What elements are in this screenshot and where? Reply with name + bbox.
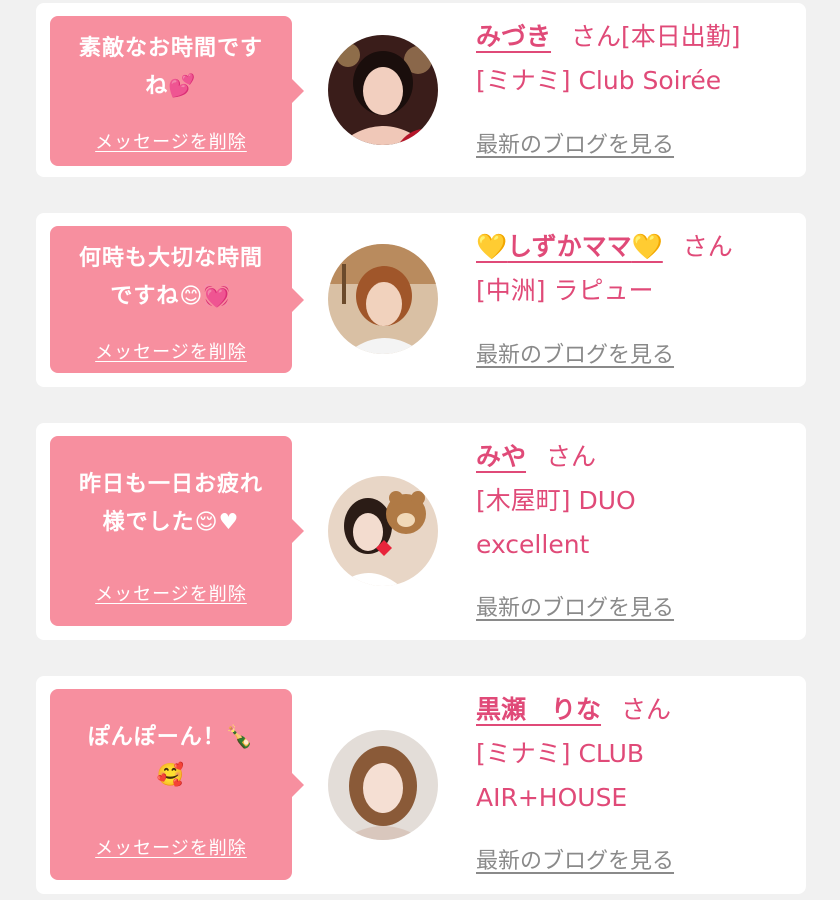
profile-info: みや さん [木屋町] DUO excellent [476, 435, 796, 567]
yellow-heart-icon: 💛 [631, 232, 663, 261]
message-line: 昨日も一日お疲れ [78, 472, 263, 497]
latest-blog-link[interactable]: 最新のブログを見る [476, 337, 674, 369]
message-line: 素敵なお時間です [78, 36, 263, 61]
message-bubble: 昨日も一日お疲れ 様でした😌♥ メッセージを削除 [50, 436, 304, 626]
message-text: 昨日も一日お疲れ 様でした😌♥ [50, 436, 292, 542]
shop-name: [木屋町] DUO [476, 486, 636, 515]
message-list: 素敵なお時間です ね💕 メッセージを削除 みづき さん[本日出勤] [ミナミ] C… [0, 0, 840, 900]
latest-blog-link[interactable]: 最新のブログを見る [476, 590, 674, 622]
honorific: さん [621, 695, 672, 724]
latest-blog-link[interactable]: 最新のブログを見る [476, 843, 674, 875]
avatar[interactable] [328, 35, 438, 145]
cast-name-text: しずかママ [507, 232, 632, 261]
message-card: 素敵なお時間です ね💕 メッセージを削除 みづき さん[本日出勤] [ミナミ] C… [36, 3, 806, 177]
message-bubble: ぽんぽーん！🍾 🥰 メッセージを削除 [50, 689, 304, 880]
honorific: さん [571, 22, 622, 51]
message-line: ね💕 [145, 74, 197, 99]
avatar[interactable] [328, 476, 438, 586]
profile-info: みづき さん[本日出勤] [ミナミ] Club Soirée [476, 15, 796, 103]
message-card: ぽんぽーん！🍾 🥰 メッセージを削除 黒瀬 りな さん [ミナミ] CLUB AI… [36, 676, 806, 894]
avatar[interactable] [328, 730, 438, 840]
cast-name-link[interactable]: 黒瀬 りな [476, 695, 601, 724]
message-text: ぽんぽーん！🍾 🥰 [50, 689, 292, 795]
message-bubble: 何時も大切な時間 ですね😊💓 メッセージを削除 [50, 226, 304, 373]
cast-name-link[interactable]: みづき [476, 22, 551, 51]
message-line: 何時も大切な時間 [78, 246, 263, 271]
message-card: 何時も大切な時間 ですね😊💓 メッセージを削除 💛しずかママ💛 さん [中洲] ラ… [36, 213, 806, 387]
message-line: 様でした😌♥ [102, 510, 240, 535]
shop-name: [ミナミ] Club Soirée [476, 66, 722, 95]
honorific: さん [682, 232, 733, 261]
cast-name-link[interactable]: 💛しずかママ💛 [476, 232, 663, 261]
delete-message-link[interactable]: メッセージを削除 [50, 834, 292, 860]
message-text: 何時も大切な時間 ですね😊💓 [50, 226, 292, 316]
shop-name: excellent [476, 530, 590, 559]
message-text: 素敵なお時間です ね💕 [50, 16, 292, 106]
avatar[interactable] [328, 244, 438, 354]
message-line: ぽんぽーん！🍾 [87, 725, 255, 750]
shop-name: AIR+HOUSE [476, 783, 628, 812]
delete-message-link[interactable]: メッセージを削除 [50, 128, 292, 154]
yellow-heart-icon: 💛 [476, 232, 508, 261]
honorific: さん [546, 442, 597, 471]
shop-name: [ミナミ] CLUB [476, 739, 645, 768]
message-line: 🥰 [156, 763, 186, 788]
latest-blog-link[interactable]: 最新のブログを見る [476, 127, 674, 159]
message-card: 昨日も一日お疲れ 様でした😌♥ メッセージを削除 みや さん [木屋町] DUO… [36, 423, 806, 640]
profile-info: 黒瀬 りな さん [ミナミ] CLUB AIR+HOUSE [476, 688, 796, 820]
cast-name-link[interactable]: みや [476, 442, 526, 471]
profile-info: 💛しずかママ💛 さん [中洲] ラピュー [476, 225, 796, 313]
delete-message-link[interactable]: メッセージを削除 [50, 580, 292, 606]
message-bubble: 素敵なお時間です ね💕 メッセージを削除 [50, 16, 304, 166]
shop-name: [中洲] ラピュー [476, 276, 654, 305]
delete-message-link[interactable]: メッセージを削除 [50, 338, 292, 364]
message-line: ですね😊💓 [110, 284, 232, 309]
status-badge: [本日出勤] [621, 22, 741, 51]
